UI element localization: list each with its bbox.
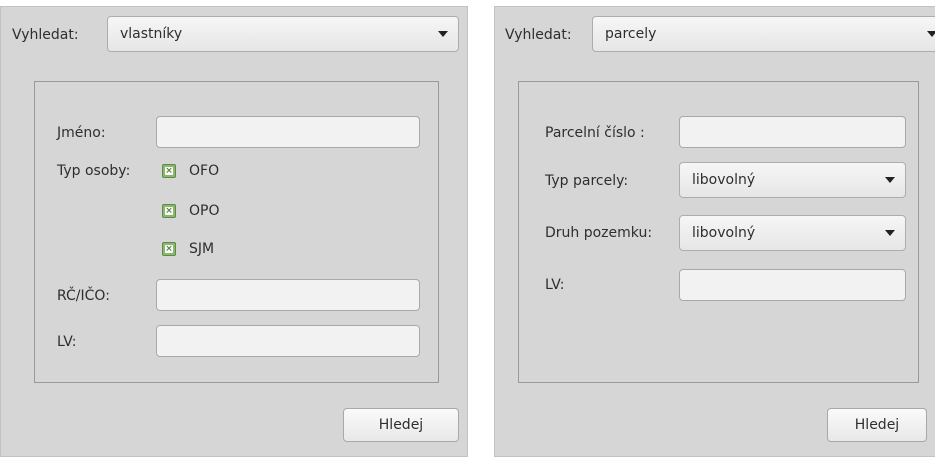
name-label: Jméno: xyxy=(57,125,106,141)
opo-checkbox[interactable]: × xyxy=(162,204,176,218)
parcel-type-value: libovolný xyxy=(692,172,756,188)
rcico-input[interactable] xyxy=(156,279,420,311)
search-button[interactable]: Hledej xyxy=(827,408,927,442)
chevron-down-icon xyxy=(438,31,448,37)
land-type-label: Druh pozemku: xyxy=(545,225,653,241)
parcel-number-label: Parcelní číslo : xyxy=(545,125,645,141)
parcel-number-input[interactable] xyxy=(679,116,906,148)
search-button[interactable]: Hledej xyxy=(343,408,459,442)
parcel-criteria-group: Parcelní číslo : Typ parcely: libovolný … xyxy=(518,81,919,383)
land-type-value: libovolný xyxy=(692,225,756,241)
search-type-label: Vyhledat: xyxy=(505,27,572,43)
sjm-label: SJM xyxy=(189,241,215,257)
land-type-combo[interactable]: libovolný xyxy=(679,215,906,251)
search-type-combo[interactable]: parcely xyxy=(592,16,935,52)
name-input[interactable] xyxy=(156,116,420,148)
chevron-down-icon xyxy=(885,230,895,236)
lv-input[interactable] xyxy=(679,269,906,301)
person-type-label: Typ osoby: xyxy=(57,163,131,179)
lv-input[interactable] xyxy=(156,325,420,357)
parcel-type-label: Typ parcely: xyxy=(545,173,629,189)
owner-criteria-group: Jméno: Typ osoby: × OFO × OPO × SJM RČ/I… xyxy=(34,81,439,383)
search-type-value: vlastníky xyxy=(120,26,183,42)
ofo-checkbox[interactable]: × xyxy=(162,164,176,178)
chevron-down-icon xyxy=(927,31,935,37)
opo-label: OPO xyxy=(189,203,220,219)
search-type-combo[interactable]: vlastníky xyxy=(107,16,459,52)
sjm-checkbox[interactable]: × xyxy=(162,242,176,256)
owner-search-panel: Vyhledat: vlastníky Jméno: Typ osoby: × … xyxy=(0,6,468,457)
rcico-label: RČ/IČO: xyxy=(57,288,110,304)
search-type-label: Vyhledat: xyxy=(12,27,79,43)
lv-label: LV: xyxy=(545,277,565,293)
lv-label: LV: xyxy=(57,334,77,350)
chevron-down-icon xyxy=(885,177,895,183)
ofo-label: OFO xyxy=(189,163,220,179)
search-type-value: parcely xyxy=(605,26,657,42)
parcel-search-panel: Vyhledat: parcely Parcelní číslo : Typ p… xyxy=(494,6,935,457)
parcel-type-combo[interactable]: libovolný xyxy=(679,162,906,198)
